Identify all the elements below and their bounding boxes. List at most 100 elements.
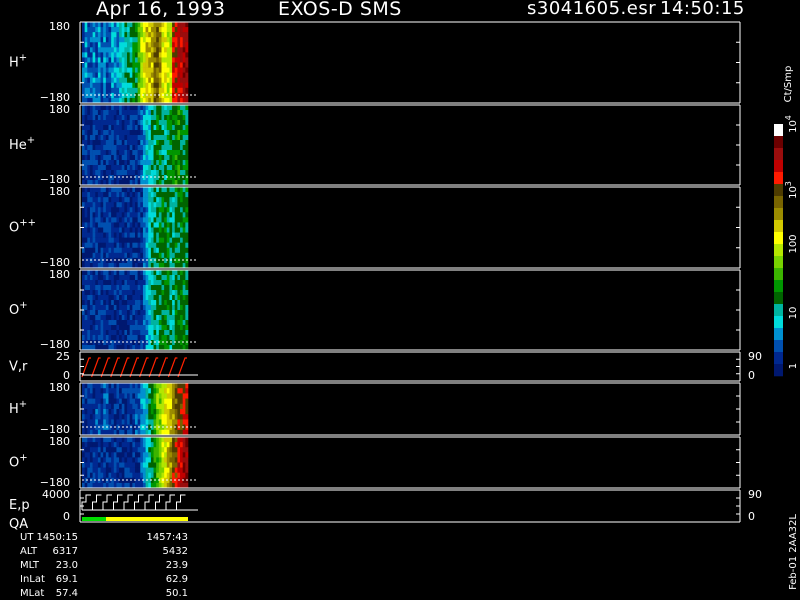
heatmap-cell <box>180 145 183 151</box>
heatmap-cell <box>148 165 152 171</box>
heatmap-cell <box>111 47 115 53</box>
heatmap-cell <box>148 290 152 296</box>
heatmap-cell <box>182 110 186 116</box>
heatmap-cell <box>164 270 168 276</box>
heatmap-cell <box>140 262 144 269</box>
heatmap-cell <box>87 315 91 321</box>
heatmap-cell <box>97 97 101 104</box>
heatmap-cell <box>111 110 115 116</box>
heatmap-cell <box>84 315 88 321</box>
heatmap-cell <box>161 52 165 58</box>
heatmap-cell <box>111 192 115 198</box>
heatmap-cell <box>145 202 149 208</box>
heatmap-cell <box>142 32 146 38</box>
heatmap-cell <box>129 300 133 306</box>
heatmap-cell <box>92 57 96 63</box>
heatmap-cell <box>95 320 99 326</box>
heatmap-cell <box>145 125 149 131</box>
heatmap-cell <box>140 393 144 399</box>
heatmap-cell <box>84 262 88 269</box>
heatmap-cell <box>182 130 186 136</box>
heatmap-cell <box>166 290 170 296</box>
heatmap-cell <box>158 47 162 53</box>
heatmap-cell <box>105 457 109 463</box>
heatmap-cell <box>161 447 165 453</box>
heatmap-cell <box>158 242 162 249</box>
heatmap-cell <box>119 447 123 453</box>
heatmap-cell <box>164 242 168 249</box>
heatmap-cell <box>158 217 162 223</box>
heatmap-cell <box>158 270 162 276</box>
heatmap-cell <box>177 175 181 181</box>
heatmap-cell <box>174 187 178 193</box>
heatmap-cell <box>103 270 107 276</box>
heatmap-cell <box>113 42 117 48</box>
heatmap-cell <box>129 192 133 198</box>
heatmap-cell <box>180 275 183 281</box>
heatmap-cell <box>161 388 165 394</box>
heatmap-cell <box>111 72 115 78</box>
heatmap-cell <box>177 300 181 306</box>
heatmap-cell <box>84 170 88 176</box>
heatmap-cell <box>124 120 128 126</box>
heatmap-cell <box>156 409 160 415</box>
heatmap-cell <box>182 310 186 316</box>
heatmap-cell <box>150 130 154 136</box>
heatmap-cell <box>127 275 130 281</box>
heatmap-cell <box>153 22 157 28</box>
heatmap-cell <box>156 482 160 489</box>
heatmap-cell <box>142 115 146 121</box>
heatmap-cell <box>89 388 93 394</box>
heatmap-cell <box>84 42 88 48</box>
heatmap-cell <box>135 227 138 233</box>
heatmap-cell <box>161 42 165 48</box>
heatmap-cell <box>111 325 115 331</box>
heatmap-cell <box>132 270 136 276</box>
heatmap-cell <box>127 257 130 264</box>
heatmap-cell <box>153 165 157 171</box>
heatmap-cell <box>113 252 117 259</box>
heatmap-cell <box>156 175 160 181</box>
heatmap-cell <box>132 227 136 233</box>
heatmap-cell <box>142 170 146 176</box>
heatmap-cell <box>82 150 85 156</box>
heatmap-cell <box>140 247 144 254</box>
heatmap-cell <box>164 457 168 463</box>
heatmap-cell <box>116 467 120 473</box>
heatmap-cell <box>182 437 186 443</box>
heatmap-cell <box>177 398 181 405</box>
heatmap-cell <box>108 310 112 316</box>
heatmap-cell <box>156 280 160 286</box>
heatmap-cell <box>89 202 93 208</box>
heatmap-cell <box>87 429 91 436</box>
heatmap-cell <box>172 145 176 151</box>
heatmap-cell <box>84 135 88 141</box>
heatmap-cell <box>129 275 133 281</box>
heatmap-cell <box>161 222 165 228</box>
heatmap-cell <box>119 383 123 389</box>
heatmap-cell <box>180 295 183 301</box>
heatmap-cell <box>137 252 141 259</box>
heatmap-cell <box>127 145 130 151</box>
heatmap-cell <box>148 170 152 176</box>
heatmap-cell <box>172 452 176 458</box>
heatmap-cell <box>137 165 141 171</box>
heatmap-cell <box>148 419 152 425</box>
heatmap-cell <box>135 270 138 276</box>
heatmap-cell <box>121 280 125 286</box>
heatmap-cell <box>113 290 117 296</box>
heatmap-cell <box>92 393 96 399</box>
heatmap-cell <box>105 212 109 218</box>
heatmap-cell <box>174 290 178 296</box>
heatmap-cell <box>153 482 157 489</box>
heatmap-cell <box>158 409 162 415</box>
heatmap-cell <box>129 242 133 249</box>
heatmap-cell <box>135 437 138 443</box>
heatmap-cell <box>150 27 154 33</box>
heatmap-cell <box>150 398 154 405</box>
heatmap-cell <box>113 300 117 306</box>
heatmap-cell <box>180 227 183 233</box>
heatmap-cell <box>142 222 146 228</box>
heatmap-cell <box>121 155 125 161</box>
heatmap-cell <box>153 257 157 264</box>
